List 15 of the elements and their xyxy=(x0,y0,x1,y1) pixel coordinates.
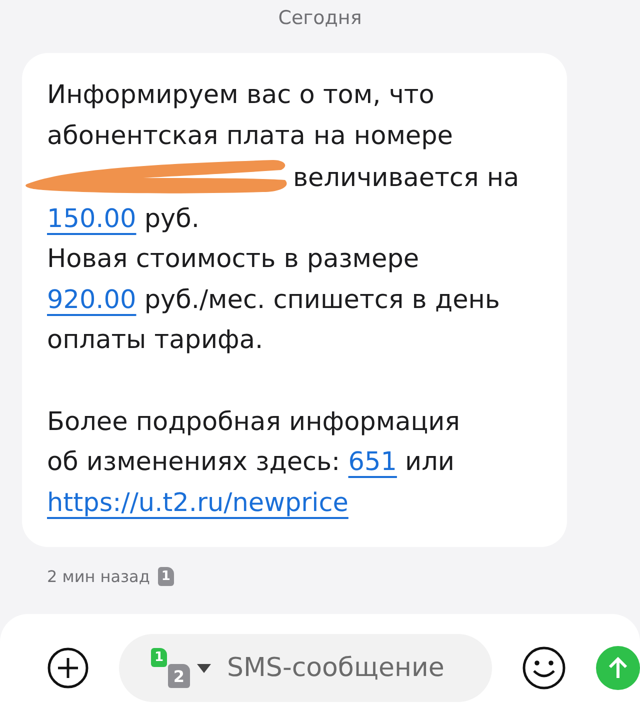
sim-badge: 1 xyxy=(158,567,174,586)
message-time: 2 мин назад xyxy=(47,567,150,586)
add-icon[interactable] xyxy=(47,647,89,689)
message-text: Более подробная информация об изменениях здесь: 651 или https://u.t2.ru/newprice xyxy=(47,406,462,520)
emoji-icon[interactable] xyxy=(522,646,566,690)
message-field[interactable]: 1 2 SMS-сообщение xyxy=(119,634,492,702)
message-link[interactable]: 651 xyxy=(348,447,397,477)
message-link[interactable]: 150.00 xyxy=(47,204,136,234)
arrow-up-icon xyxy=(608,657,628,679)
sim-selector[interactable]: 1 2 xyxy=(151,648,189,688)
message-link[interactable]: https://u.t2.ru/newprice xyxy=(47,488,348,518)
caret-icon[interactable] xyxy=(197,664,211,672)
message-text: Информируем вас о том, что абонентская плата на номере величивается на 150.00 руб. Новая стоимость в размере 920.00 руб./мес. спишется в день оплаты тарифа. xyxy=(47,75,557,360)
date-header: Сегодня xyxy=(278,7,362,29)
message-link[interactable]: 920.00 xyxy=(47,284,136,314)
